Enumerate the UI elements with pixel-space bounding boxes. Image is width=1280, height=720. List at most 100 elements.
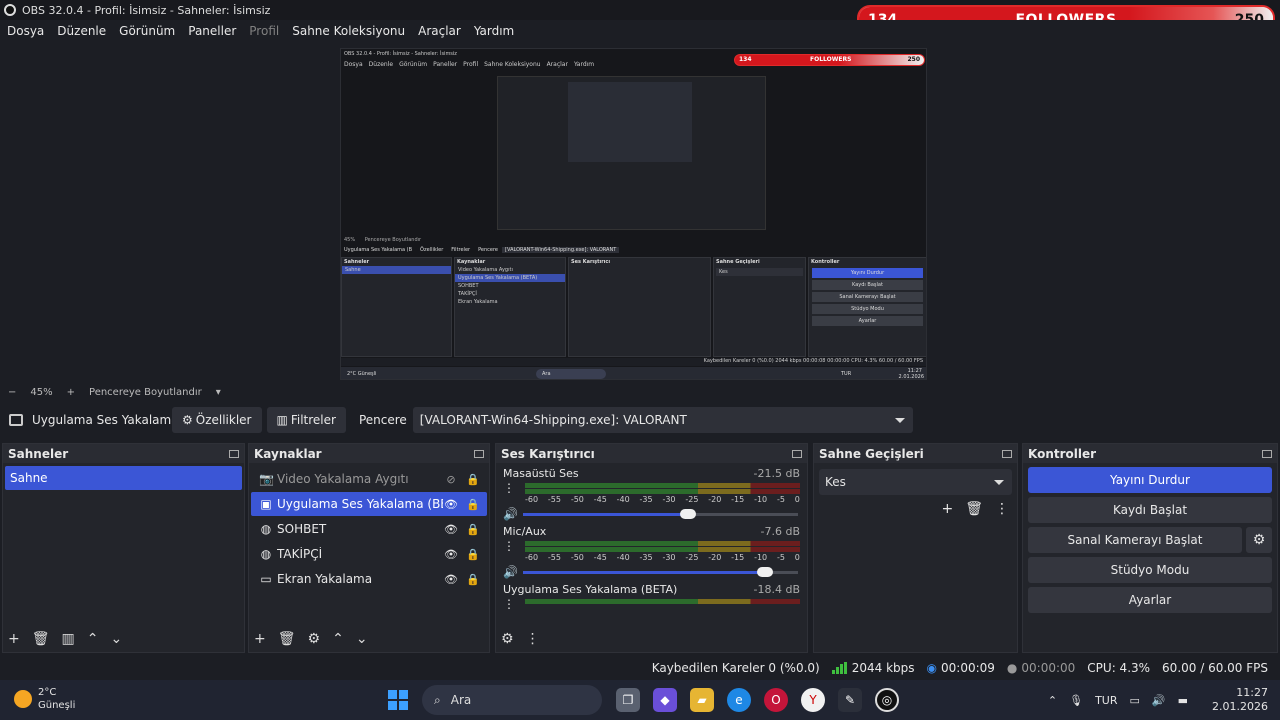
lock-icon[interactable]: 🔒: [465, 573, 481, 586]
scene-filters-icon[interactable]: ▥: [62, 631, 75, 647]
yandex-icon[interactable]: Y: [801, 688, 825, 712]
eye-icon[interactable]: 👁: [443, 548, 459, 561]
speaker-icon[interactable]: 🔊: [503, 565, 523, 579]
zoom-in-button[interactable]: +: [67, 387, 75, 398]
lock-icon[interactable]: 🔒: [465, 498, 481, 511]
properties-button[interactable]: ⚙ Özellikler: [172, 407, 262, 433]
menu-profile[interactable]: Profil: [249, 24, 279, 38]
transition-menu-icon[interactable]: ⋮: [995, 501, 1009, 517]
undock-icon[interactable]: [792, 449, 802, 458]
filters-button[interactable]: ▥ Filtreler: [266, 407, 346, 433]
move-down-icon[interactable]: ⌄: [110, 631, 122, 647]
eye-icon[interactable]: 👁: [443, 523, 459, 536]
source-properties-icon[interactable]: ⚙: [308, 631, 321, 647]
copilot-icon[interactable]: ◆: [653, 688, 677, 712]
advanced-audio-icon[interactable]: ⚙: [501, 631, 514, 647]
source-item[interactable]: ▣ Uygulama Ses Yakalama (BETA) 👁 🔒: [251, 492, 487, 516]
undock-icon[interactable]: [1002, 449, 1012, 458]
chevron-up-icon[interactable]: ⌃: [1048, 694, 1057, 707]
battery-icon[interactable]: ▬: [1178, 694, 1188, 707]
tick-label: -50: [570, 553, 584, 562]
zoom-out-button[interactable]: −: [8, 387, 16, 398]
remove-scene-icon[interactable]: 🗑: [32, 631, 50, 647]
undock-icon[interactable]: [474, 449, 484, 458]
program-preview[interactable]: OBS 32.0.4 - Profil: İsimsiz - Sahneler:…: [340, 48, 927, 380]
task-view-icon[interactable]: ❐: [616, 688, 640, 712]
menu-tools[interactable]: Araçlar: [418, 24, 461, 38]
stop-streaming-button[interactable]: Yayını Durdur: [1028, 467, 1272, 493]
editor-icon[interactable]: ✎: [838, 688, 862, 712]
menu-scene-collection[interactable]: Sahne Koleksiyonu: [292, 24, 405, 38]
menu-edit[interactable]: Düzenle: [57, 24, 106, 38]
eye-hidden-icon[interactable]: ⊘: [443, 473, 459, 486]
eye-icon[interactable]: 👁: [443, 498, 459, 511]
add-transition-icon[interactable]: +: [941, 501, 953, 517]
weather-widget[interactable]: 2°C Güneşli: [14, 686, 75, 712]
lock-icon[interactable]: 🔒: [465, 523, 481, 536]
file-explorer-icon[interactable]: ▰: [690, 688, 714, 712]
mixer-menu-icon[interactable]: ⋮: [526, 631, 540, 647]
sources-dock: Kaynaklar 📷 Video Yakalama Aygıtı ⊘ 🔒 ▣ …: [248, 443, 490, 653]
move-up-icon[interactable]: ⌃: [332, 631, 344, 647]
speaker-icon[interactable]: 🔊: [503, 507, 523, 521]
language-indicator[interactable]: TUR: [1095, 694, 1117, 707]
source-item[interactable]: 📷 Video Yakalama Aygıtı ⊘ 🔒: [251, 467, 487, 491]
gear-icon[interactable]: ⚙: [1246, 527, 1272, 553]
source-item[interactable]: ◍ TAKİPÇİ 👁 🔒: [251, 542, 487, 566]
opera-icon[interactable]: O: [764, 688, 788, 712]
taskbar-apps: ⌕ Ara ❐ ◆ ▰ e O Y ✎ ◎: [388, 685, 912, 715]
globe-icon: ◍: [260, 547, 272, 561]
track-menu-icon[interactable]: ⋮: [503, 539, 523, 553]
track-menu-icon[interactable]: ⋮: [503, 481, 523, 495]
remove-transition-icon[interactable]: 🗑: [965, 501, 983, 517]
move-up-icon[interactable]: ⌃: [87, 631, 99, 647]
meter-ticks: -60 -55 -50 -45 -40 -35 -30 -25 -20 -15 -10 -5 0: [525, 553, 800, 562]
mini-controls-dock: Kontroller Yayını Durdur Kaydı Başlat Sa…: [808, 257, 926, 357]
add-scene-icon[interactable]: +: [8, 631, 20, 647]
tick-label: -30: [662, 553, 676, 562]
scene-item[interactable]: Sahne: [5, 466, 242, 490]
eye-icon[interactable]: 👁: [443, 573, 459, 586]
zoom-dropdown-icon[interactable]: ▾: [216, 387, 221, 398]
lock-icon[interactable]: 🔒: [465, 473, 481, 486]
meter-ticks: -60 -55 -50 -45 -40 -35 -30 -25 -20 -15 -10 -5 0: [525, 495, 800, 504]
mini-menu-item: Profil: [463, 60, 479, 68]
settings-button[interactable]: Ayarlar: [1028, 587, 1272, 613]
microphone-icon[interactable]: 🎙: [1069, 694, 1083, 707]
volume-slider[interactable]: [523, 566, 798, 577]
volume-icon[interactable]: 🔊: [1152, 694, 1166, 707]
source-item[interactable]: ▭ Ekran Yakalama 👁 🔒: [251, 567, 487, 591]
studio-mode-button[interactable]: Stüdyo Modu: [1028, 557, 1272, 583]
remove-source-icon[interactable]: 🗑: [278, 631, 296, 647]
start-recording-button[interactable]: Kaydı Başlat: [1028, 497, 1272, 523]
mini-menu-item: Dosya: [344, 60, 363, 68]
menu-view[interactable]: Görünüm: [119, 24, 175, 38]
move-down-icon[interactable]: ⌄: [356, 631, 368, 647]
window-select[interactable]: [VALORANT-Win64-Shipping.exe]: VALORANT: [412, 407, 913, 433]
sources-footer: + 🗑 ⚙ ⌃ ⌄: [249, 626, 489, 652]
tick-label: -55: [547, 553, 561, 562]
selected-source-name: Uygulama Ses Yakalama (B: [32, 413, 172, 427]
undock-icon[interactable]: [229, 449, 239, 458]
menu-file[interactable]: Dosya: [7, 24, 44, 38]
camera-icon: 📷: [259, 472, 274, 486]
bitrate-status: 2044 kbps: [831, 661, 915, 675]
start-virtual-camera-button[interactable]: Sanal Kamerayı Başlat: [1028, 527, 1242, 553]
lock-icon[interactable]: 🔒: [465, 548, 481, 561]
source-item[interactable]: ◍ SOHBET 👁 🔒: [251, 517, 487, 541]
transition-select[interactable]: Kes: [819, 469, 1012, 495]
volume-slider[interactable]: [523, 508, 798, 519]
windows-start-icon[interactable]: [388, 690, 408, 710]
add-source-icon[interactable]: +: [254, 631, 266, 647]
taskbar-search[interactable]: ⌕ Ara: [422, 685, 602, 715]
menu-help[interactable]: Yardım: [474, 24, 514, 38]
network-icon[interactable]: ▭: [1130, 694, 1140, 707]
source-name: SOHBET: [277, 522, 327, 536]
menu-docks[interactable]: Paneller: [188, 24, 236, 38]
tick-label: -40: [616, 495, 630, 504]
edge-icon[interactable]: e: [727, 688, 751, 712]
track-menu-icon[interactable]: ⋮: [503, 597, 523, 611]
obs-taskbar-icon[interactable]: ◎: [875, 688, 899, 712]
taskbar-clock[interactable]: 11:27 2.01.2026: [1200, 686, 1268, 714]
undock-icon[interactable]: [1262, 449, 1272, 458]
